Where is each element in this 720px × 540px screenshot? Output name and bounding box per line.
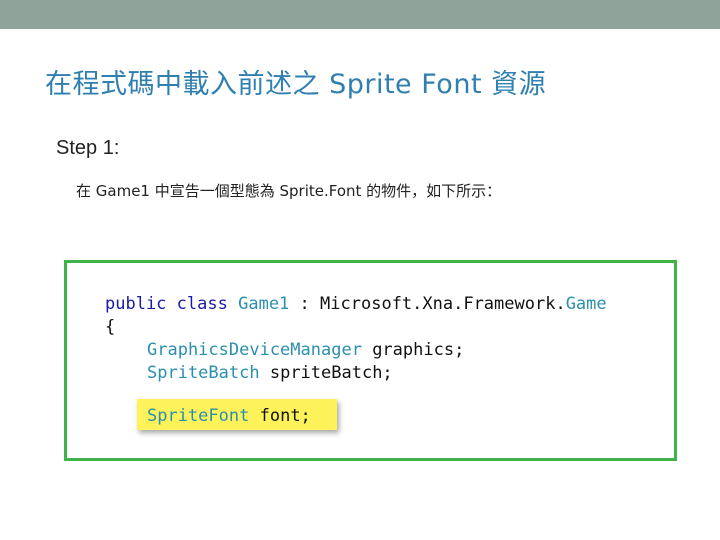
slide-title: 在程式碼中載入前述之 Sprite Font 資源 — [45, 69, 547, 100]
code-line-spritefont-field: SpriteFont font; — [147, 405, 311, 427]
step-description: 在 Game1 中宣告一個型態為 Sprite.Font 的物件，如下所示： — [76, 182, 502, 200]
keyword-public: public — [105, 294, 167, 314]
keyword-class: class — [176, 294, 228, 314]
code-line-open-brace: { — [105, 317, 116, 337]
code-line-class-declaration: public class Game1 : Microsoft.Xna.Frame… — [105, 293, 607, 315]
type-sprite-batch: SpriteBatch — [147, 363, 260, 383]
base-class-name: Game — [565, 294, 607, 314]
class-name: Game1 — [238, 294, 290, 314]
field-font: font; — [259, 406, 311, 426]
code-snippet-frame: public class Game1 : Microsoft.Xna.Frame… — [64, 260, 677, 461]
step-label: Step 1: — [56, 137, 120, 159]
type-graphics-device-manager: GraphicsDeviceManager — [147, 340, 362, 360]
field-sprite-batch: spriteBatch; — [269, 363, 393, 383]
inheritance-colon: : — [299, 294, 310, 314]
top-accent-bar — [0, 0, 720, 29]
code-line-graphics-field: GraphicsDeviceManager graphics; — [147, 339, 464, 361]
code-line-spritebatch-field: SpriteBatch spriteBatch; — [147, 362, 393, 384]
field-graphics: graphics; — [372, 340, 465, 360]
namespace-text: Microsoft.Xna.Framework. — [320, 294, 566, 314]
type-sprite-font: SpriteFont — [147, 406, 250, 426]
